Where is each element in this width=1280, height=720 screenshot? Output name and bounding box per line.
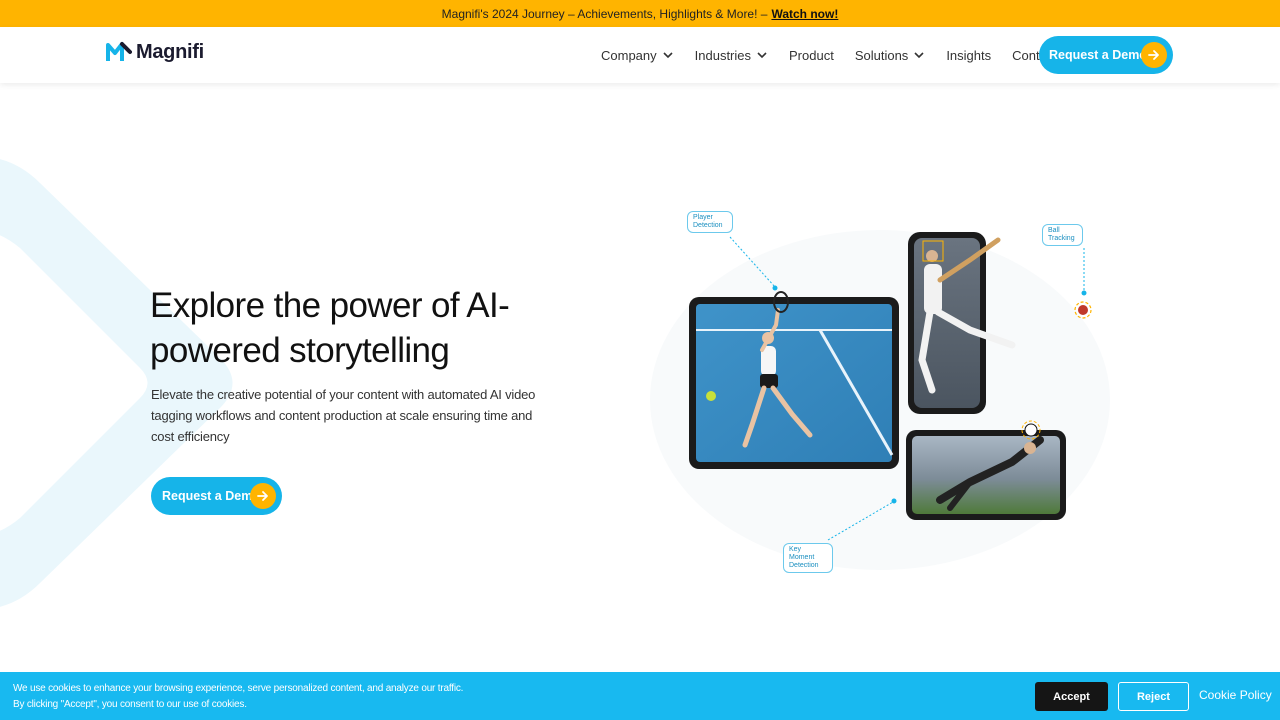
hero-title: Explore the power of AI-powered storytel… (150, 286, 510, 370)
nav-label: Solutions (854, 47, 909, 63)
arrow-right-icon (1141, 42, 1167, 68)
cookie-policy-link[interactable]: Cookie Policy (1199, 688, 1272, 702)
accept-cookies-button[interactable]: Accept (1035, 682, 1108, 711)
main-nav: Company Industries Product Solutions Ins… (601, 27, 1078, 83)
key-moment-detection-tag: Key Moment Detection (783, 543, 833, 573)
button-label: Request a Demo (162, 489, 260, 503)
button-label: Request a Demo (1049, 48, 1147, 62)
nav-industries[interactable]: Industries (695, 48, 768, 63)
nav-label: Product (789, 47, 834, 63)
hero-subtitle: Elevate the creative potential of your c… (151, 387, 536, 444)
ball-tracking-tag: Ball Tracking (1042, 224, 1083, 246)
cookie-line-2: By clicking "Accept", you consent to our… (13, 699, 247, 710)
arrow-right-icon (250, 483, 276, 509)
chevron-down-icon (757, 52, 767, 59)
nav-label: Industries (694, 47, 752, 63)
player-detection-tag: Player Detection (687, 211, 733, 233)
nav-insights[interactable]: Insights (946, 48, 991, 63)
cookie-banner: We use cookies to enhance your browsing … (0, 672, 1280, 720)
reject-cookies-button[interactable]: Reject (1118, 682, 1189, 711)
logo[interactable]: Magnifi (106, 39, 204, 65)
nav-label: Company (601, 47, 657, 63)
announcement-bar: Magnifi's 2024 Journey – Achievements, H… (0, 0, 1280, 27)
watch-now-link[interactable]: Watch now! (771, 7, 838, 21)
devices-illustration (650, 230, 1110, 570)
hero-request-demo-button[interactable]: Request a Demo (151, 477, 282, 515)
hero-illustration: Player Detection Ball Tracking Key Momen… (640, 200, 1120, 580)
nav-label: Insights (946, 47, 992, 63)
logo-wordmark: Magnifi (136, 40, 204, 63)
cookie-message: We use cookies to enhance your browsing … (13, 681, 713, 713)
chevron-down-icon (663, 52, 673, 59)
nav-product[interactable]: Product (789, 48, 834, 63)
announcement-text: Magnifi's 2024 Journey – Achievements, H… (441, 6, 768, 21)
chevron-down-icon (914, 52, 924, 59)
nav-solutions[interactable]: Solutions (855, 48, 925, 63)
magnifi-logo-icon (106, 42, 132, 61)
page: Magnifi's 2024 Journey – Achievements, H… (0, 0, 1280, 720)
header-request-demo-button[interactable]: Request a Demo (1039, 36, 1173, 74)
site-header: Magnifi Company Industries Product Solut… (0, 27, 1280, 83)
nav-company[interactable]: Company (601, 48, 674, 63)
cookie-line-1: We use cookies to enhance your browsing … (13, 683, 464, 694)
